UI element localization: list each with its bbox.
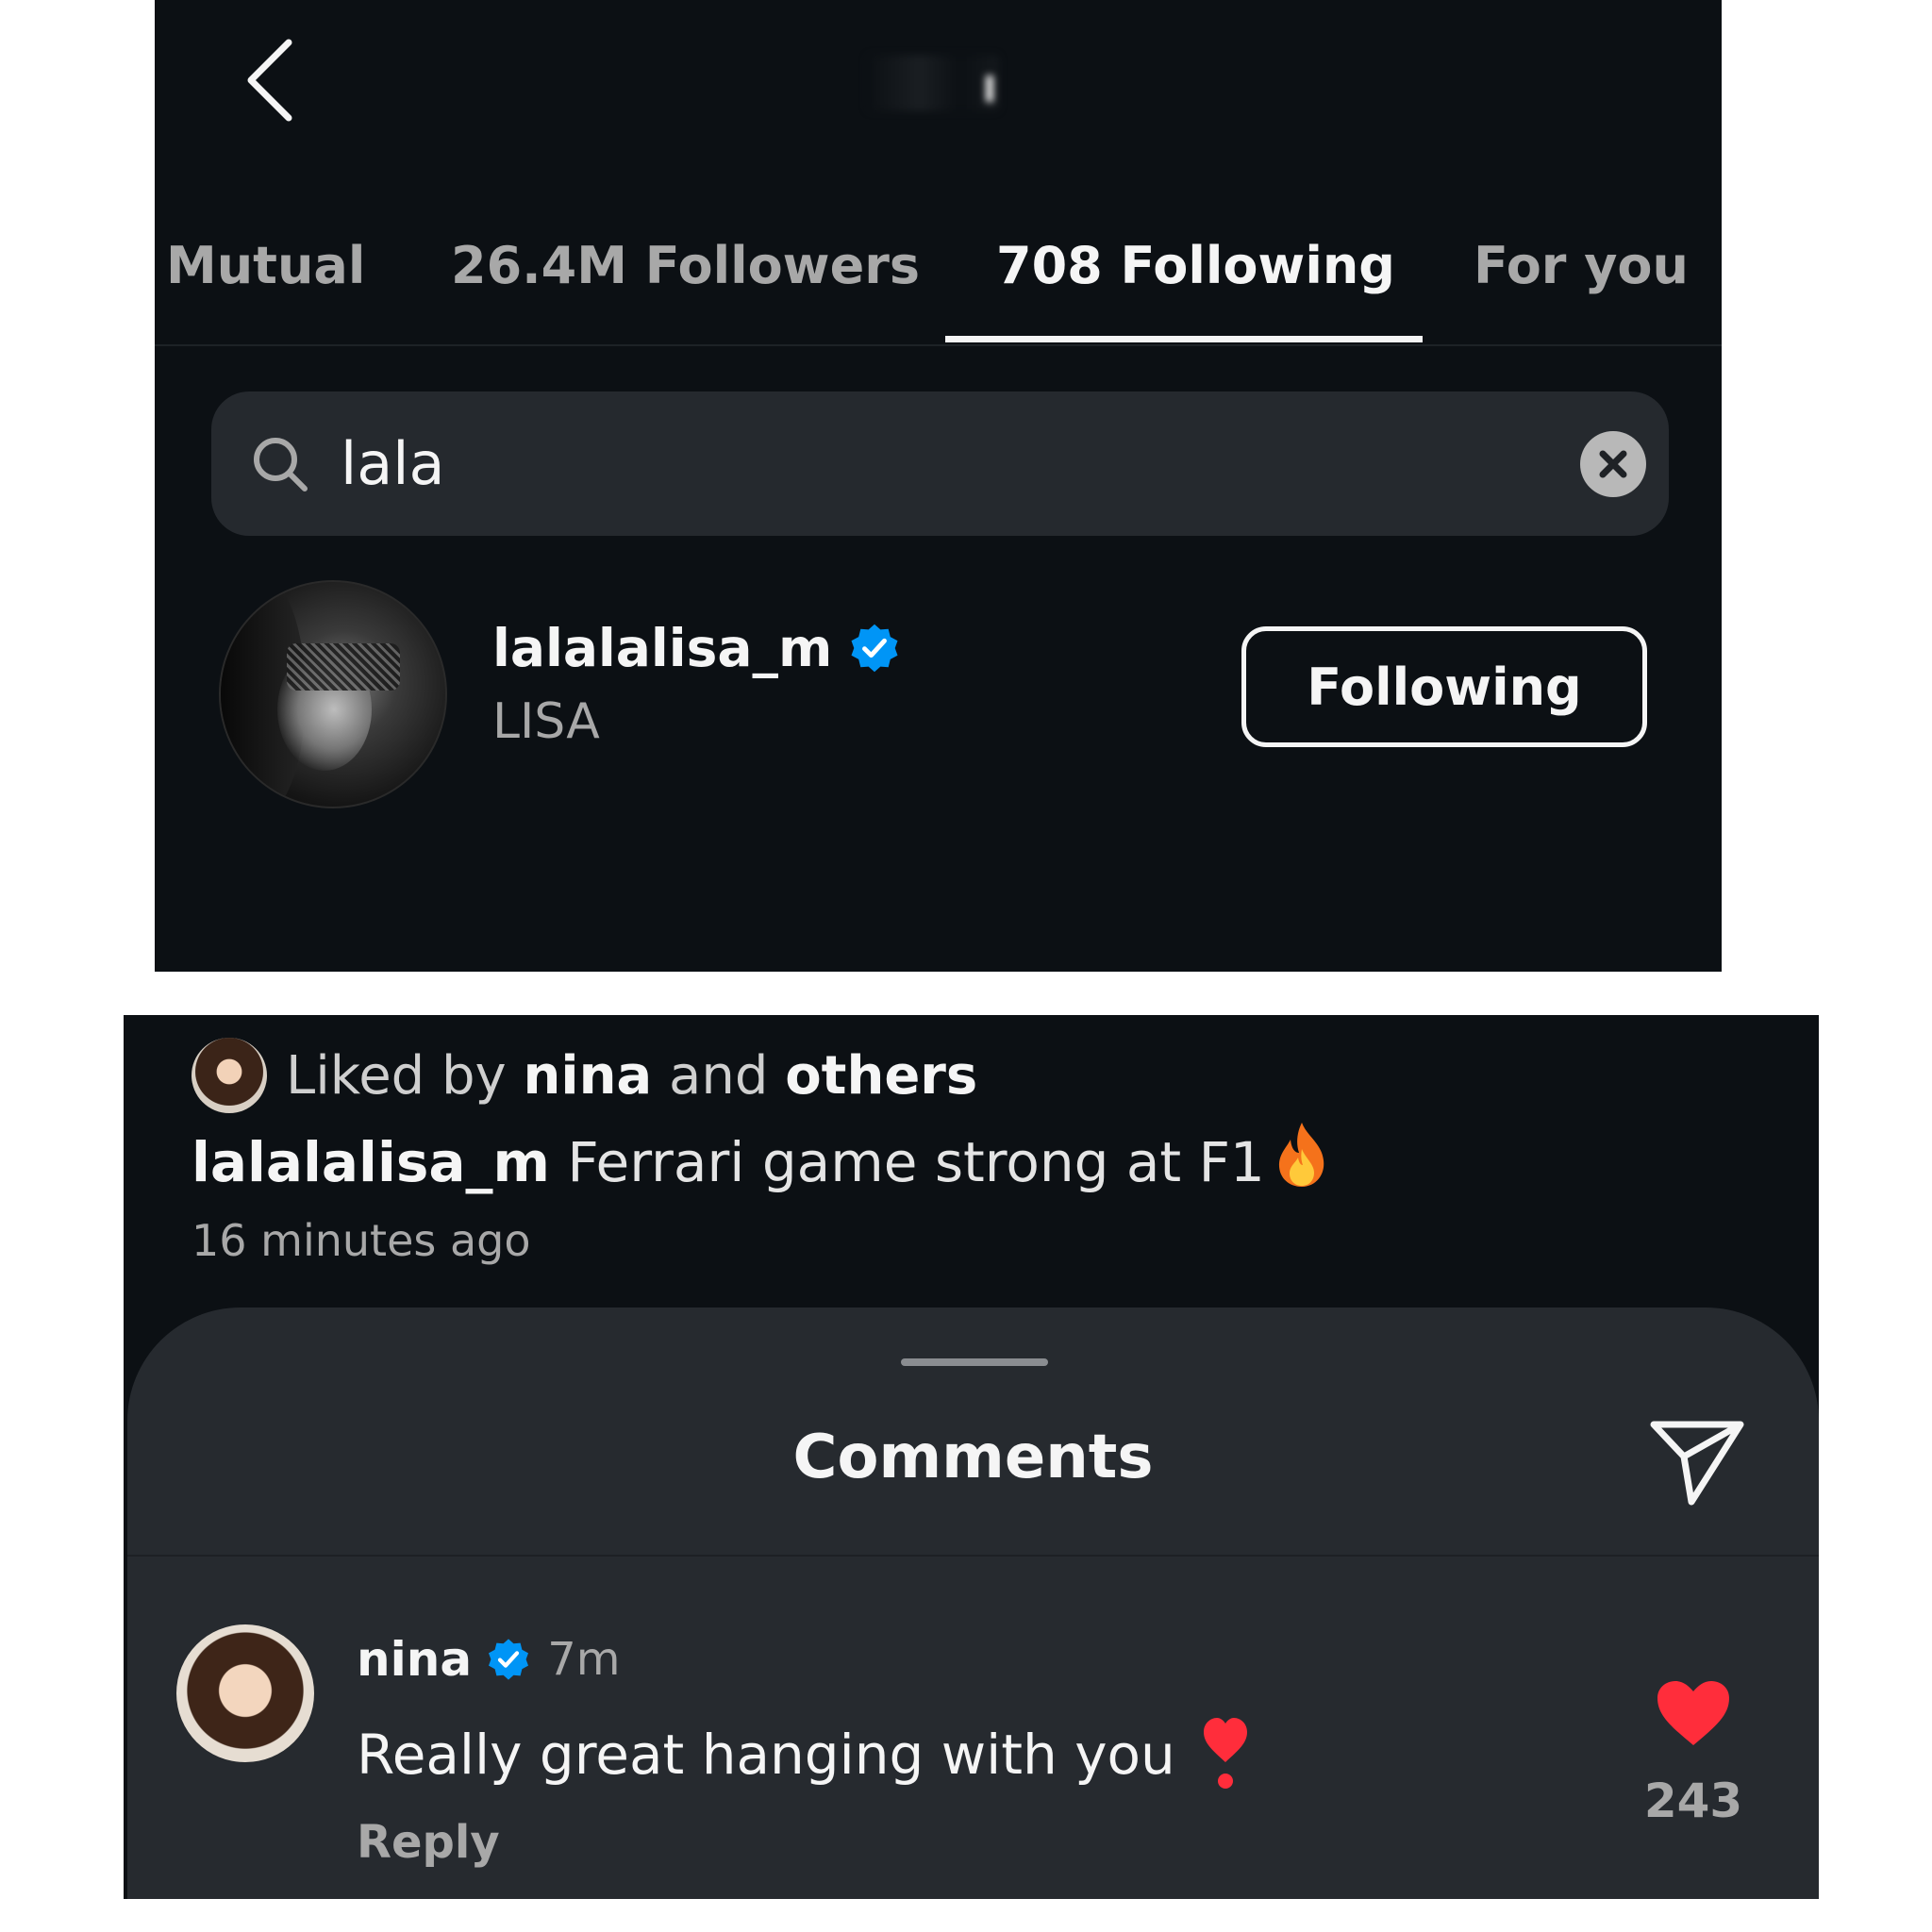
share-icon [1650,1421,1744,1506]
like-button[interactable] [1656,1679,1731,1747]
tab-mutual[interactable]: Mutual [166,228,365,304]
verified-icon [851,624,898,673]
comment-text: Really great hanging with you [357,1715,1249,1790]
reply-button[interactable]: Reply [357,1816,500,1869]
liked-by-user[interactable]: nina [524,1045,653,1107]
liked-by-text: Liked by nina and others [286,1045,978,1107]
search-bar [211,391,1669,536]
post-caption: lalalalisa_m Ferrari game strong at F1 [192,1121,1331,1194]
liked-by-avatar[interactable] [192,1038,267,1113]
fire-emoji-icon [1278,1123,1324,1187]
search-icon [254,438,308,491]
full-name: LISA [492,693,600,750]
back-button[interactable] [230,33,315,127]
search-result-row[interactable]: lalalalisa_m LISA Following [155,566,1722,811]
username[interactable]: lalalalisa_m [492,618,832,678]
avatar[interactable] [219,580,447,808]
active-tab-indicator [945,336,1423,342]
tab-following[interactable]: 708 Following [996,228,1395,304]
post-timestamp: 16 minutes ago [192,1215,531,1266]
tab-bar: Mutual 26.4M Followers 708 Following For… [155,217,1722,346]
tab-for-you[interactable]: For you [1474,228,1689,304]
caption-text: Ferrari game strong at F1 [567,1130,1265,1194]
sheet-grabber[interactable] [901,1358,1048,1366]
comment-time: 7m [547,1633,621,1686]
tab-followers[interactable]: 26.4M Followers [451,228,920,304]
comment-item: nina 7m Really great hanging with you Re… [127,1557,1819,1899]
username-row: lalalalisa_m [492,618,901,693]
like-count: 243 [1643,1774,1743,1828]
back-chevron-icon [247,39,292,122]
following-list-screen: Mutual 26.4M Followers 708 Following For… [155,0,1722,972]
heart-exclamation-emoji-icon [1203,1718,1247,1789]
following-button[interactable]: Following [1241,626,1647,747]
post-comments-screen: Liked by nina and others lalalalisa_m Fe… [124,1015,1819,1899]
redacted-profile-name [867,55,999,111]
comments-sheet: Comments nina 7m Really great hanging wi… [127,1307,1819,1899]
sheet-title: Comments [792,1423,1154,1492]
comment-username[interactable]: nina [357,1632,472,1687]
comment-avatar[interactable] [176,1624,314,1762]
share-button[interactable] [1646,1415,1750,1509]
heart-icon [1657,1681,1729,1745]
clear-search-button[interactable] [1580,431,1646,497]
liked-by-others[interactable]: others [785,1045,977,1107]
search-input[interactable] [339,410,1522,516]
verified-icon [489,1639,529,1680]
caption-username[interactable]: lalalalisa_m [192,1130,550,1194]
comment-header: nina 7m [357,1632,621,1698]
clear-icon [1599,450,1627,478]
